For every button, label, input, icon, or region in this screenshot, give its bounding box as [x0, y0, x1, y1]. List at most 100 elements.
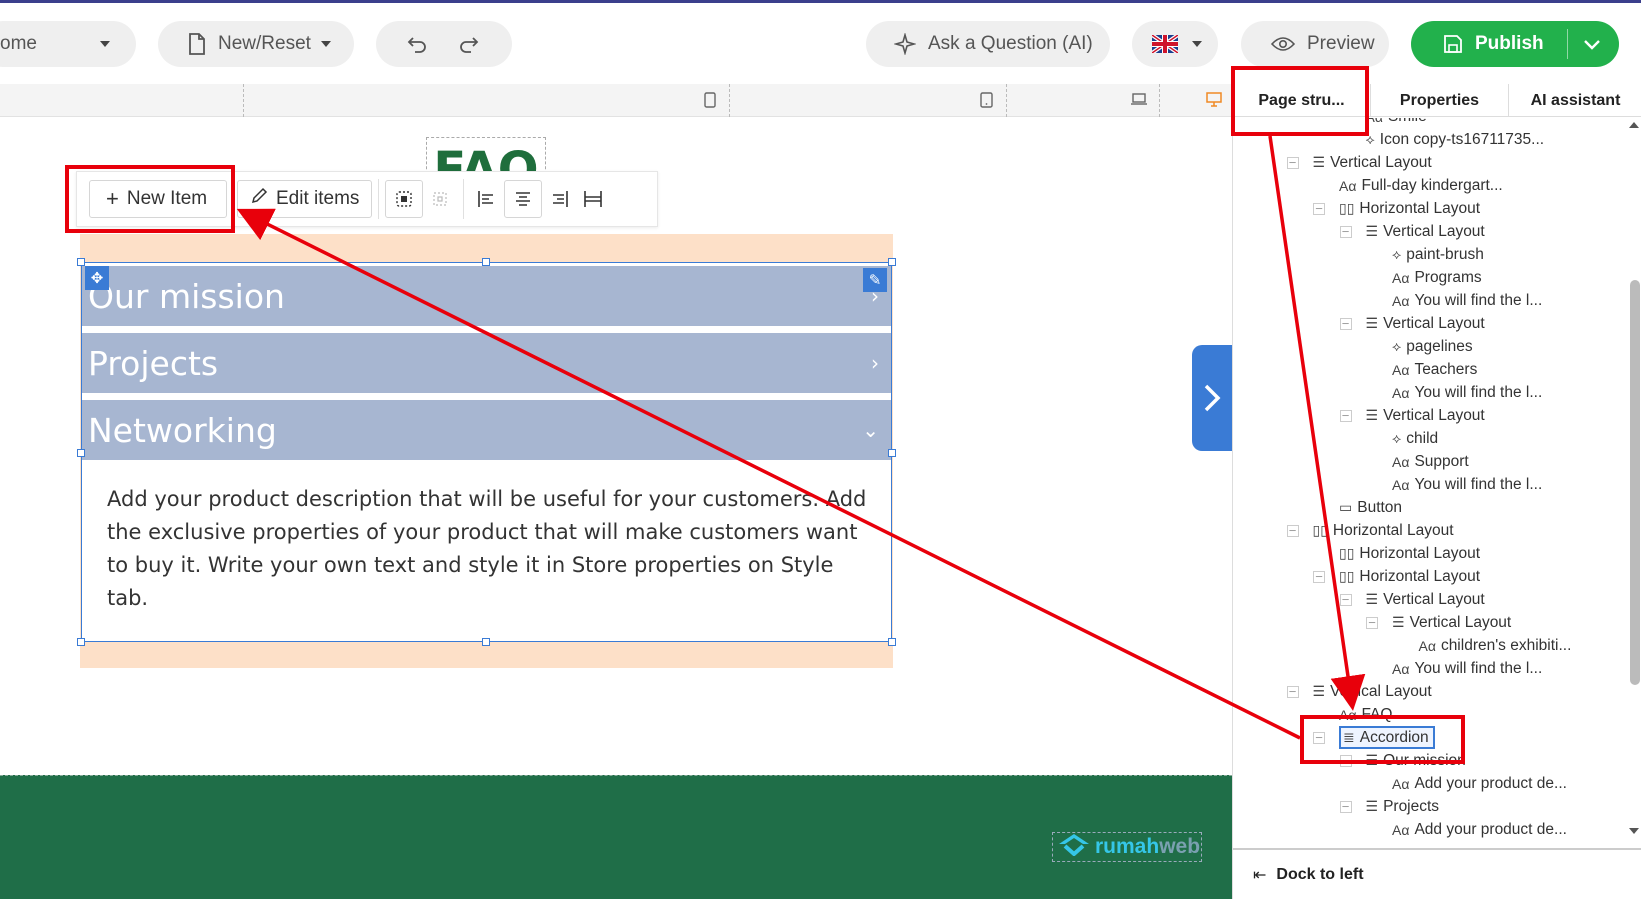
- page-selector[interactable]: ome: [0, 21, 136, 67]
- tree-node[interactable]: ☰ Vertical Layout: [1366, 588, 1485, 611]
- tree-node-label: Projects: [1383, 797, 1440, 815]
- align-right-icon[interactable]: [542, 180, 576, 218]
- collapse-toggle[interactable]: −: [1313, 570, 1325, 583]
- resize-handle[interactable]: [77, 449, 85, 457]
- undo-icon[interactable]: [406, 33, 428, 55]
- scroll-up-icon[interactable]: [1627, 120, 1641, 130]
- tree-node[interactable]: ▭ Button: [1339, 496, 1402, 519]
- tree-node-label: Horizontal Layout: [1359, 567, 1481, 585]
- preview-label: Preview: [1307, 33, 1375, 54]
- tree-node[interactable]: ▯▯ Horizontal Layout: [1339, 197, 1480, 220]
- tree-node[interactable]: ☰ Vertical Layout: [1366, 404, 1485, 427]
- tree-node[interactable]: Aα Teachers: [1392, 358, 1477, 381]
- tree-node[interactable]: Aα Programs: [1392, 266, 1482, 289]
- tree-node[interactable]: ▯▯ Horizontal Layout: [1339, 565, 1480, 588]
- language-selector[interactable]: [1132, 21, 1218, 67]
- accordion-item-projects[interactable]: Projects ›: [82, 333, 891, 393]
- tree-node[interactable]: Aα You will find the l...: [1392, 473, 1542, 496]
- editor-canvas[interactable]: FAQ Our mission › Projects › Networking …: [0, 117, 1232, 899]
- align-center-icon[interactable]: [504, 180, 542, 218]
- tree-node[interactable]: Aα Support: [1392, 450, 1469, 473]
- redo-icon[interactable]: [458, 33, 480, 55]
- publish-button[interactable]: Publish: [1411, 21, 1619, 67]
- tree-node[interactable]: ☰ Vertical Layout: [1392, 611, 1511, 634]
- tree-node-label: Smile: [1388, 118, 1427, 126]
- resize-handle[interactable]: [482, 258, 490, 266]
- align-left-icon[interactable]: [470, 180, 504, 218]
- laptop-icon[interactable]: [1131, 92, 1147, 110]
- deselect-icon[interactable]: [423, 180, 457, 218]
- tree-node[interactable]: ⟡ paint-brush: [1392, 243, 1484, 266]
- tab-ai-assistant[interactable]: AI assistant: [1509, 84, 1641, 117]
- accordion-item-networking[interactable]: Networking ⌄: [82, 400, 891, 460]
- tablet-icon[interactable]: [980, 92, 993, 112]
- collapse-toggle[interactable]: −: [1286, 685, 1299, 698]
- pencil-icon[interactable]: ✎: [863, 268, 887, 292]
- tree-node[interactable]: Aα Full-day kindergart...: [1339, 174, 1503, 197]
- vlayout-node-icon: ☰: [1392, 614, 1405, 630]
- resize-handle[interactable]: [77, 258, 85, 266]
- tree-node[interactable]: ☰ Vertical Layout: [1313, 680, 1432, 703]
- mobile-portrait-icon[interactable]: [704, 92, 716, 112]
- tree-node[interactable]: ⟡ Icon copy-ts16711735...: [1366, 128, 1545, 151]
- chevron-down-icon: [1192, 41, 1202, 47]
- scroll-down-icon[interactable]: [1627, 826, 1641, 836]
- tree-node[interactable]: Aα Add your product de...: [1392, 772, 1567, 795]
- vlayout-node-icon: ☰: [1312, 154, 1326, 170]
- tree-node[interactable]: ⟡ child: [1392, 427, 1438, 450]
- tree-node[interactable]: Aα You will find the l...: [1392, 381, 1542, 404]
- tree-node[interactable]: ☰ Vertical Layout: [1366, 220, 1485, 243]
- accordion[interactable]: Our mission › Projects › Networking ⌄ Ad…: [77, 258, 896, 646]
- accordion-body-text[interactable]: Add your product description that will b…: [107, 483, 867, 615]
- footer-section[interactable]: rumah web: [0, 775, 1232, 899]
- resize-handle[interactable]: [77, 638, 85, 646]
- ruler-divider: [1006, 84, 1007, 117]
- uk-flag-icon: [1152, 35, 1178, 53]
- desktop-icon[interactable]: [1206, 92, 1222, 111]
- collapse-toggle[interactable]: −: [1339, 225, 1352, 238]
- collapse-toggle[interactable]: −: [1339, 800, 1352, 813]
- collapse-toggle[interactable]: −: [1286, 156, 1299, 169]
- text-node-icon: Aα: [1339, 177, 1357, 194]
- toolbar-separator: [463, 179, 464, 219]
- tree-node[interactable]: ⟡ pagelines: [1392, 335, 1473, 358]
- collapse-toggle[interactable]: −: [1339, 317, 1352, 330]
- text-node-icon: Aα: [1392, 361, 1410, 378]
- collapse-toggle[interactable]: −: [1366, 616, 1378, 629]
- collapse-panel-button[interactable]: [1192, 345, 1232, 451]
- tree-node[interactable]: ▯▯ Horizontal Layout: [1313, 519, 1454, 542]
- collapse-toggle[interactable]: −: [1313, 202, 1325, 215]
- tree-node[interactable]: Aα You will find the l...: [1392, 289, 1542, 312]
- tree-node[interactable]: Aα You will find the l...: [1392, 657, 1542, 680]
- tab-properties[interactable]: Properties: [1371, 84, 1509, 117]
- resize-handle[interactable]: [888, 449, 896, 457]
- accordion-item-our-mission[interactable]: Our mission ›: [82, 266, 891, 326]
- collapse-toggle[interactable]: −: [1339, 593, 1352, 606]
- tree-scrollbar[interactable]: [1627, 120, 1641, 836]
- text-node-icon: Aα: [1392, 660, 1410, 677]
- dock-to-left-button[interactable]: ⇤ Dock to left: [1233, 848, 1641, 899]
- collapse-toggle[interactable]: −: [1286, 524, 1299, 537]
- tree-node[interactable]: AαSmile: [1366, 118, 1427, 128]
- edit-items-button[interactable]: Edit items: [237, 180, 372, 218]
- tree-node[interactable]: ☰ Vertical Layout: [1366, 312, 1485, 335]
- tree-node[interactable]: Aα children's exhibiti...: [1419, 634, 1572, 657]
- scrollbar-thumb[interactable]: [1630, 280, 1640, 685]
- tree-node[interactable]: ☰ Vertical Layout: [1313, 151, 1432, 174]
- resize-handle[interactable]: [482, 638, 490, 646]
- resize-handle[interactable]: [888, 258, 896, 266]
- ruler-divider: [1159, 84, 1160, 117]
- stretch-icon[interactable]: [576, 180, 610, 218]
- tree-node[interactable]: ▯▯ Horizontal Layout: [1339, 542, 1480, 565]
- new-reset-button[interactable]: New/Reset: [158, 21, 354, 67]
- resize-handle[interactable]: [888, 638, 896, 646]
- move-icon[interactable]: ✥: [85, 266, 109, 290]
- select-all-icon[interactable]: [385, 180, 423, 218]
- tree-node-label: Icon copy-ts16711735...: [1379, 130, 1545, 148]
- preview-button[interactable]: Preview: [1241, 21, 1389, 67]
- chevron-down-icon[interactable]: [1583, 35, 1601, 57]
- collapse-toggle[interactable]: −: [1339, 409, 1352, 422]
- ask-ai-button[interactable]: Ask a Question (AI): [866, 21, 1110, 67]
- tree-node[interactable]: Aα Add your product de...: [1392, 818, 1567, 838]
- tree-node[interactable]: ☰ Projects: [1366, 795, 1440, 818]
